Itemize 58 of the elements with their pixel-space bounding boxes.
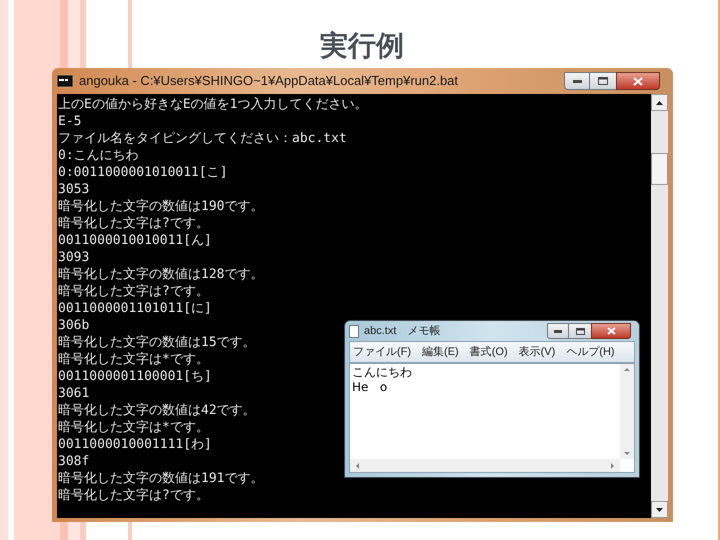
menu-item[interactable]: 編集(E) — [422, 344, 459, 360]
menu-item[interactable]: ファイル(F) — [353, 344, 412, 360]
close-button[interactable] — [616, 72, 660, 90]
console-line: 暗号化した文字は*です。 — [58, 351, 209, 368]
window-title: abc.txt メモ帳 — [364, 324, 440, 339]
maximize-icon — [598, 77, 608, 85]
maximize-icon — [576, 328, 584, 334]
close-icon — [606, 327, 616, 335]
left-arrow-icon — [356, 462, 359, 468]
up-arrow-icon — [624, 368, 630, 371]
close-button[interactable] — [591, 323, 631, 339]
console-line: E-5 — [58, 113, 82, 130]
minimize-icon — [554, 330, 562, 332]
console-app-icon — [57, 75, 73, 87]
scroll-up-button[interactable] — [651, 94, 668, 111]
console-line: 0011000010001111[わ] — [58, 436, 212, 453]
notepad-app-icon — [349, 324, 359, 338]
console-line: 0011000001101011[に] — [58, 300, 212, 317]
console-line: 0:0011000001010011[こ] — [58, 164, 228, 181]
down-arrow-icon — [656, 508, 663, 512]
menu-item[interactable]: 書式(O) — [470, 344, 508, 360]
menu-item[interactable]: 表示(V) — [518, 344, 556, 360]
scrollbar[interactable] — [620, 364, 634, 459]
minimize-icon — [572, 80, 582, 82]
console-line: 暗号化した文字は?です。 — [58, 283, 209, 300]
console-line: 0011000010010011[ん] — [58, 232, 212, 249]
right-arrow-icon — [611, 462, 614, 468]
maximize-button[interactable] — [569, 323, 591, 339]
console-line: ファイル名をタイピングしてください：abc.txt — [58, 130, 347, 147]
horizontal-scrollbar[interactable] — [350, 459, 620, 472]
console-line: 3053 — [58, 181, 90, 198]
console-line: 3093 — [58, 249, 90, 266]
close-icon — [633, 76, 643, 86]
console-line: 0011000001100001[ち] — [58, 368, 212, 385]
down-arrow-icon — [624, 452, 630, 455]
console-line: 308f — [58, 453, 90, 470]
scrollbar[interactable] — [651, 94, 668, 518]
slide-title: 実行例 — [320, 32, 404, 63]
console-line: 上のEの値から好きなEの値を1つ入力してください。 — [58, 96, 368, 113]
console-line: 暗号化した文字は?です。 — [58, 487, 209, 504]
console-line: 暗号化した文字の数値は42です。 — [58, 402, 256, 419]
up-arrow-icon — [656, 100, 663, 104]
minimize-button[interactable] — [564, 72, 590, 90]
console-line: 暗号化した文字は?です。 — [58, 215, 209, 232]
scroll-down-button[interactable] — [651, 501, 668, 518]
console-line: 3061 — [58, 385, 90, 402]
console-line: 0:こんにちわ — [58, 147, 139, 164]
console-line: 306b — [58, 317, 90, 334]
console-line: 暗号化した文字の数値は191です。 — [58, 470, 264, 487]
console-line: 暗号化した文字の数値は15です。 — [58, 334, 256, 351]
window-title: angouka - C:¥Users¥SHINGO~1¥AppData¥Local¥Temp¥run2.bat — [79, 72, 458, 90]
console-line: 暗号化した文字の数値は190です。 — [58, 198, 264, 215]
scroll-thumb[interactable] — [651, 153, 668, 185]
console-line: 暗号化した文字の数値は128です。 — [58, 266, 264, 283]
maximize-button[interactable] — [590, 72, 616, 90]
console-line: 暗号化した文字は*です。 — [58, 419, 209, 436]
menu-item[interactable]: ヘルプ(H) — [566, 344, 615, 360]
minimize-button[interactable] — [547, 323, 569, 339]
